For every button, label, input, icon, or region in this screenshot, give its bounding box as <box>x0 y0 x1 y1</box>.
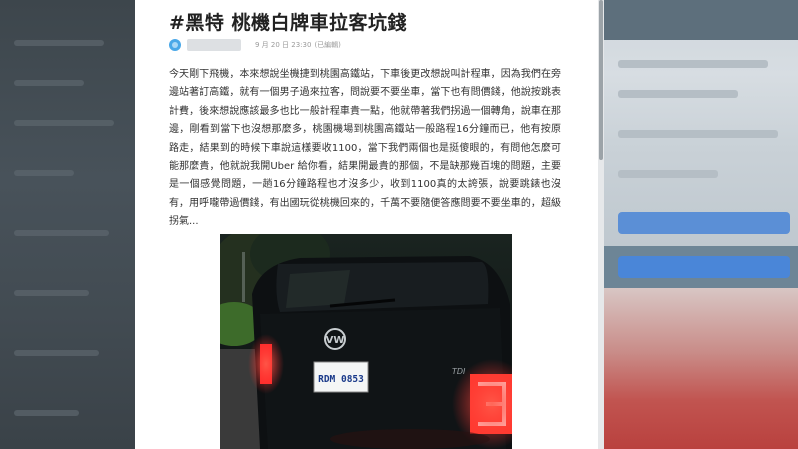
article-paragraph: 今天剛下飛機，本來想說坐機捷到桃園高鐵站，下車後更改想說叫計程車，因為我們在旁邊… <box>169 69 561 228</box>
vw-logo: VW <box>326 335 345 346</box>
blurred-line <box>618 130 778 138</box>
license-plate: RDM 0853 <box>318 374 364 385</box>
van-photo-illustration: VW TDI RDM 0853 <box>220 234 512 449</box>
blurred-button[interactable] <box>618 256 790 278</box>
blurred-line <box>14 80 84 86</box>
scrollbar-thumb[interactable] <box>599 0 603 160</box>
post-date: 9 月 20 日 23:30 <box>255 41 312 49</box>
blurred-line <box>14 40 104 46</box>
article-title: #黑特 桃機白牌車拉客坑錢 <box>169 12 408 34</box>
blurred-line <box>618 60 768 68</box>
blurred-line <box>14 120 114 126</box>
blurred-line <box>14 170 74 176</box>
author-name-blurred[interactable] <box>187 39 241 51</box>
blurred-left-background <box>0 0 135 449</box>
blurred-line <box>618 170 718 178</box>
article-card: #黑特 桃機白牌車拉客坑錢 9 月 20 日 23:30 (已編輯) 今天剛下飛… <box>135 0 598 449</box>
article-meta: 9 月 20 日 23:30 (已編輯) <box>169 38 341 52</box>
blurred-line <box>618 90 738 98</box>
article-body: 今天剛下飛機，本來想說坐機捷到桃園高鐵站，下車後更改想說叫計程車，因為我們在旁邊… <box>169 66 561 232</box>
blurred-line <box>14 290 89 296</box>
blurred-right-panel <box>604 0 798 449</box>
blurred-button[interactable] <box>618 212 790 234</box>
avatar[interactable] <box>169 39 181 51</box>
blurred-line <box>14 410 79 416</box>
blurred-line <box>14 230 109 236</box>
blurred-sidebar-header <box>604 0 798 40</box>
article-photo[interactable]: VW TDI RDM 0853 <box>220 234 512 449</box>
blurred-line <box>14 350 99 356</box>
edited-badge: (已編輯) <box>314 41 341 49</box>
blurred-ad-image <box>604 288 798 449</box>
